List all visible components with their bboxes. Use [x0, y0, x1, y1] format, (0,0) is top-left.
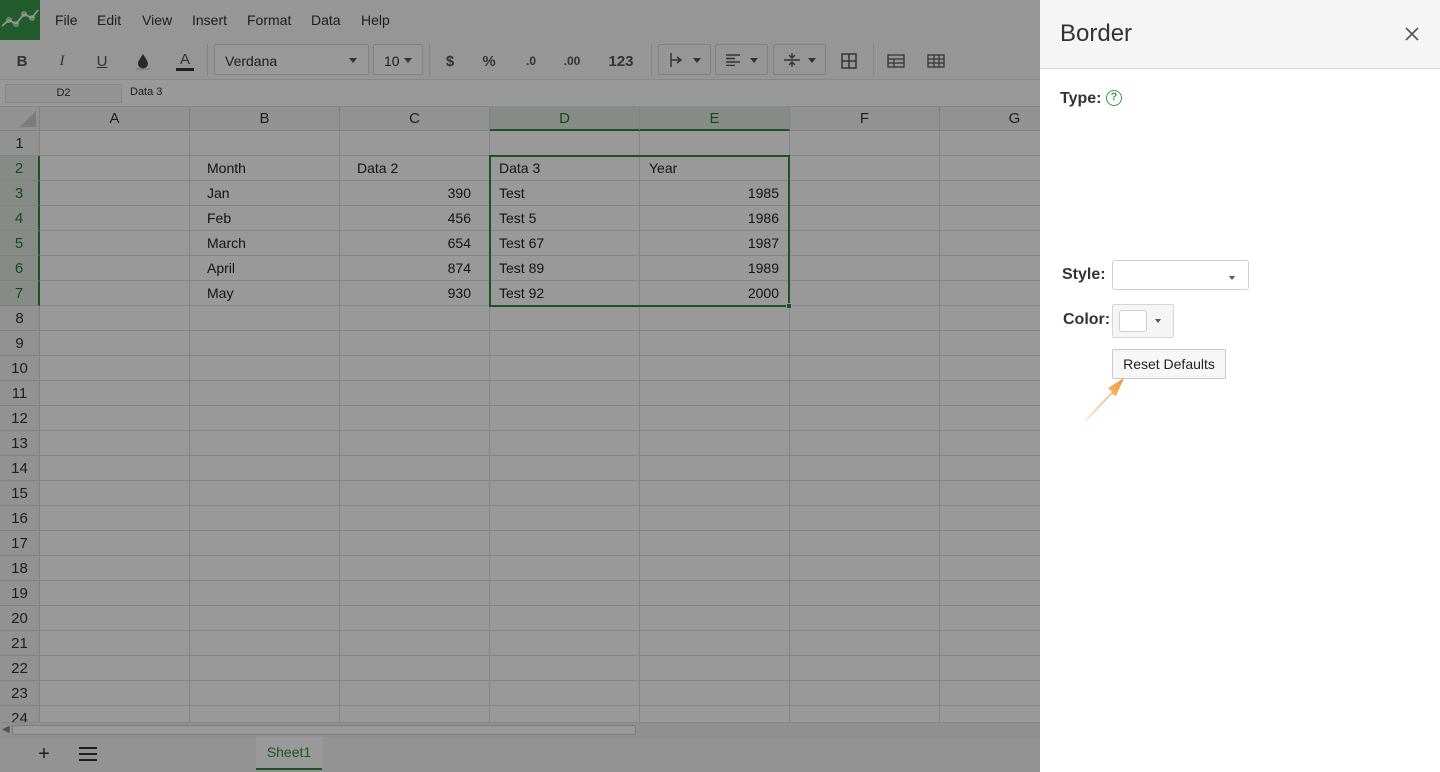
chevron-down-icon	[1229, 276, 1235, 280]
type-label: Type:	[1060, 90, 1102, 107]
border-style-select[interactable]	[1112, 260, 1249, 290]
color-label: Color:	[1063, 311, 1111, 328]
panel-header: Border	[1040, 0, 1440, 69]
panel-title: Border	[1060, 20, 1133, 47]
help-circle-icon[interactable]: ?	[1106, 90, 1122, 106]
style-label: Style:	[1062, 266, 1106, 283]
annotation-arrow-icon	[1084, 378, 1124, 422]
chevron-down-icon	[1155, 319, 1161, 323]
close-icon[interactable]	[1402, 24, 1422, 44]
border-color-picker[interactable]	[1112, 304, 1174, 338]
color-swatch	[1119, 310, 1147, 332]
